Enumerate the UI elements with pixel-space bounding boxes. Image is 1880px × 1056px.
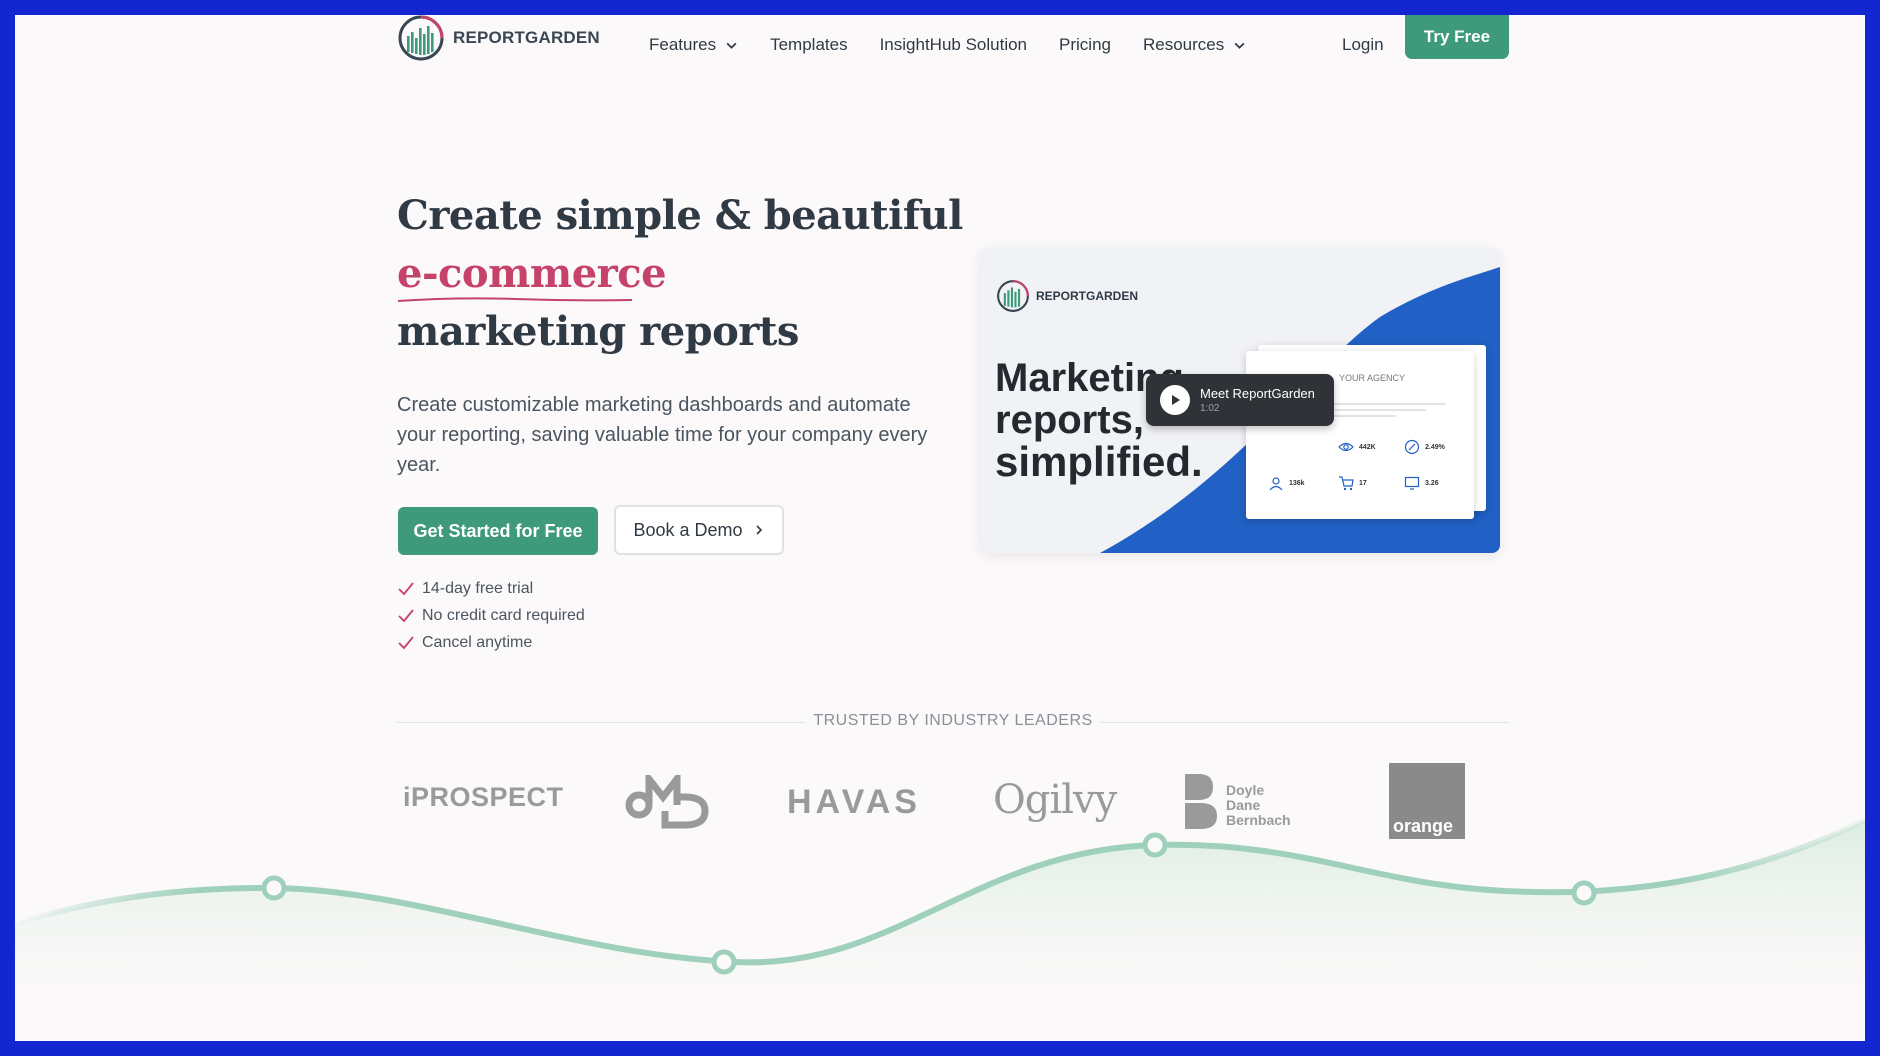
curve-node bbox=[711, 949, 737, 975]
login-link[interactable]: Login bbox=[1342, 35, 1384, 55]
list-item: Cancel anytime bbox=[397, 629, 585, 656]
accent-underline bbox=[397, 297, 633, 302]
chevron-right-icon bbox=[755, 525, 762, 535]
play-video-button[interactable]: Meet ReportGarden 1:02 bbox=[1146, 374, 1334, 426]
nav-item-label: InsightHub Solution bbox=[879, 35, 1028, 54]
hero-title-accent-text: e-commerce bbox=[397, 250, 667, 297]
nav-item-label: Features bbox=[649, 35, 717, 54]
video-title: Meet ReportGarden bbox=[1200, 386, 1315, 401]
curve-node bbox=[1571, 880, 1597, 906]
stat-value: 442K bbox=[1359, 443, 1376, 451]
book-demo-button[interactable]: Book a Demo bbox=[614, 505, 784, 555]
video-logo: REPORTGARDEN bbox=[996, 279, 1138, 313]
benefit-list: 14-day free trial No credit card require… bbox=[397, 575, 585, 656]
stat-value: 2.49% bbox=[1425, 443, 1445, 451]
video-thumbnail[interactable]: REPORTGARDEN YOUR AGENCY 442K 2.49% 136k bbox=[980, 247, 1500, 553]
nav-item-label: Templates bbox=[770, 35, 848, 54]
curve-node bbox=[261, 875, 287, 901]
hero-subtitle: Create customizable marketing dashboards… bbox=[397, 394, 928, 476]
top-nav: REPORTGARDEN Features Templates InsightH… bbox=[15, 15, 1865, 75]
benefit-text: Cancel anytime bbox=[422, 633, 533, 651]
eye-icon bbox=[1338, 442, 1354, 452]
stat-item: 3.26 bbox=[1404, 475, 1439, 491]
monitor-icon bbox=[1404, 476, 1420, 490]
play-icon bbox=[1160, 385, 1190, 415]
trusted-label: TRUSTED BY INDUSTRY LEADERS bbox=[805, 712, 1101, 729]
curve-node bbox=[1142, 832, 1168, 858]
check-icon bbox=[398, 581, 414, 595]
video-duration: 1:02 bbox=[1200, 403, 1220, 414]
list-item: No credit card required bbox=[397, 602, 585, 629]
get-started-button[interactable]: Get Started for Free bbox=[398, 507, 598, 555]
video-logo-text: REPORTGARDEN bbox=[1036, 289, 1139, 303]
check-icon bbox=[398, 608, 414, 622]
logo-text: REPORTGARDEN bbox=[453, 28, 600, 47]
stat-item: 136k bbox=[1268, 475, 1305, 491]
reportgarden-logo-icon bbox=[398, 15, 444, 61]
nav-item-label: Resources bbox=[1142, 35, 1225, 54]
hero-title-accent: e-commerce bbox=[397, 245, 667, 303]
nav-item-resources[interactable]: Resources bbox=[1143, 35, 1246, 55]
hero-title: Create simple & beautiful e-commerce mar… bbox=[397, 187, 963, 361]
video-headline-line-3: simplified. bbox=[995, 438, 1203, 485]
chevron-down-icon bbox=[1234, 42, 1245, 49]
cart-icon bbox=[1339, 476, 1354, 491]
check-icon bbox=[398, 635, 414, 649]
main-menu: Features Templates InsightHub Solution P… bbox=[649, 35, 1278, 55]
hero-title-line-3: marketing reports bbox=[397, 308, 799, 355]
trusted-heading: TRUSTED BY INDUSTRY LEADERS bbox=[397, 712, 1509, 732]
hero-title-line-1: Create simple & beautiful bbox=[397, 192, 963, 239]
try-free-button[interactable]: Try Free bbox=[1405, 15, 1509, 59]
nav-item-pricing[interactable]: Pricing bbox=[1059, 35, 1111, 55]
benefit-text: 14-day free trial bbox=[422, 579, 534, 597]
doc-header: YOUR AGENCY bbox=[1339, 373, 1406, 383]
percent-icon bbox=[1404, 439, 1420, 455]
chevron-down-icon bbox=[726, 42, 737, 49]
benefit-text: No credit card required bbox=[422, 606, 585, 624]
list-item: 14-day free trial bbox=[397, 575, 585, 602]
users-icon bbox=[1269, 477, 1283, 491]
decorative-growth-curve bbox=[15, 817, 1865, 1041]
nav-item-label: Pricing bbox=[1059, 35, 1111, 54]
nav-item-features[interactable]: Features bbox=[649, 35, 738, 55]
nav-item-templates[interactable]: Templates bbox=[770, 35, 847, 55]
stat-item: 2.49% bbox=[1404, 439, 1445, 455]
stat-value: 136k bbox=[1289, 479, 1305, 487]
nav-item-insighthub[interactable]: InsightHub Solution bbox=[880, 35, 1027, 55]
stat-item: 442K bbox=[1338, 439, 1376, 455]
brand-logo[interactable]: REPORTGARDEN bbox=[397, 15, 600, 61]
stat-value: 17 bbox=[1359, 479, 1367, 487]
ddb-line: Doyle bbox=[1226, 782, 1265, 798]
book-demo-label: Book a Demo bbox=[633, 519, 743, 540]
stat-value: 3.26 bbox=[1425, 479, 1439, 487]
stat-item: 17 bbox=[1338, 475, 1367, 491]
reportgarden-logo-icon bbox=[997, 280, 1029, 312]
page: REPORTGARDEN Features Templates InsightH… bbox=[15, 15, 1865, 1041]
